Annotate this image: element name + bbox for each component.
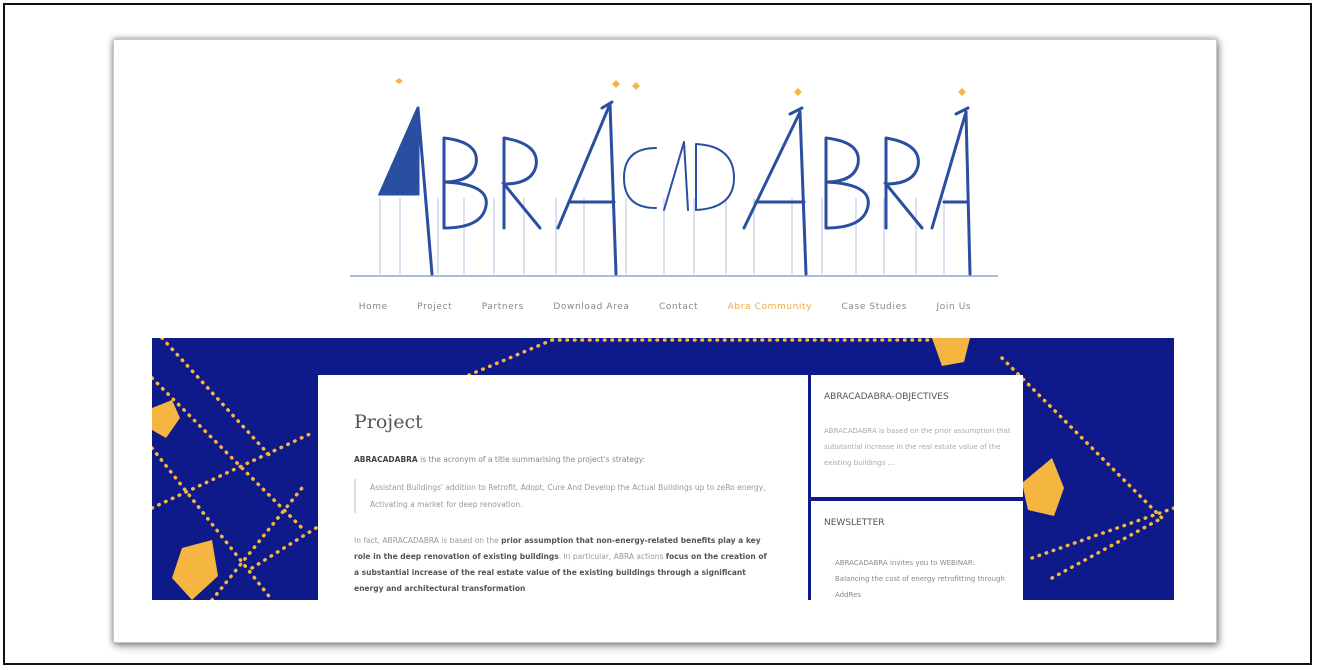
page-title: Project <box>354 411 423 433</box>
newsletter-widget: NEWSLETTER ABRACADABRA invites you to WE… <box>811 501 1023 600</box>
nav-item-partners[interactable]: Partners <box>482 302 524 312</box>
logo-building-lines <box>379 198 945 274</box>
nav-item-join-us[interactable]: Join Us <box>937 302 972 312</box>
newsletter-text[interactable]: ABRACADABRA invites you to WEBINAR: Bala… <box>835 555 1005 600</box>
para-part-2: . In particular, ABRA actions <box>558 552 666 561</box>
objectives-widget: ABRACADABRA-OBJECTIVES ABRACADABRA is ba… <box>811 375 1023 497</box>
acronym-quote: Assistant Buildings' addition to Retrofi… <box>354 479 770 513</box>
site-logo[interactable] <box>344 78 1004 282</box>
intro-rest: is the acronym of a title summarising th… <box>417 455 646 464</box>
nav-item-abra-community[interactable]: Abra Community <box>728 302 812 312</box>
nav-item-project[interactable]: Project <box>417 302 452 312</box>
main-nav: Home Project Partners Download Area Cont… <box>114 302 1216 312</box>
main-content: Project ABRACADABRA is the acronym of a … <box>318 375 808 600</box>
project-paragraph: In fact, ABRACADABRA is based on the pri… <box>354 533 772 597</box>
intro-bold: ABRACADABRA <box>354 455 418 464</box>
intro-text: ABRACADABRA is the acronym of a title su… <box>354 455 774 464</box>
para-part-1: In fact, ABRACADABRA is based on the <box>354 536 502 545</box>
website-card: Home Project Partners Download Area Cont… <box>113 39 1217 643</box>
logo-letters <box>377 100 972 276</box>
nav-item-home[interactable]: Home <box>359 302 388 312</box>
nav-item-contact[interactable]: Contact <box>659 302 698 312</box>
hero-banner: Project ABRACADABRA is the acronym of a … <box>152 338 1174 600</box>
objectives-title: ABRACADABRA-OBJECTIVES <box>824 392 949 402</box>
nav-item-download-area[interactable]: Download Area <box>553 302 629 312</box>
screenshot-frame: Home Project Partners Download Area Cont… <box>3 3 1312 665</box>
logo-stars <box>395 78 966 96</box>
newsletter-title: NEWSLETTER <box>824 518 885 528</box>
nav-item-case-studies[interactable]: Case Studies <box>842 302 907 312</box>
objectives-text[interactable]: ABRACADABRA is based on the prior assump… <box>824 423 1014 471</box>
